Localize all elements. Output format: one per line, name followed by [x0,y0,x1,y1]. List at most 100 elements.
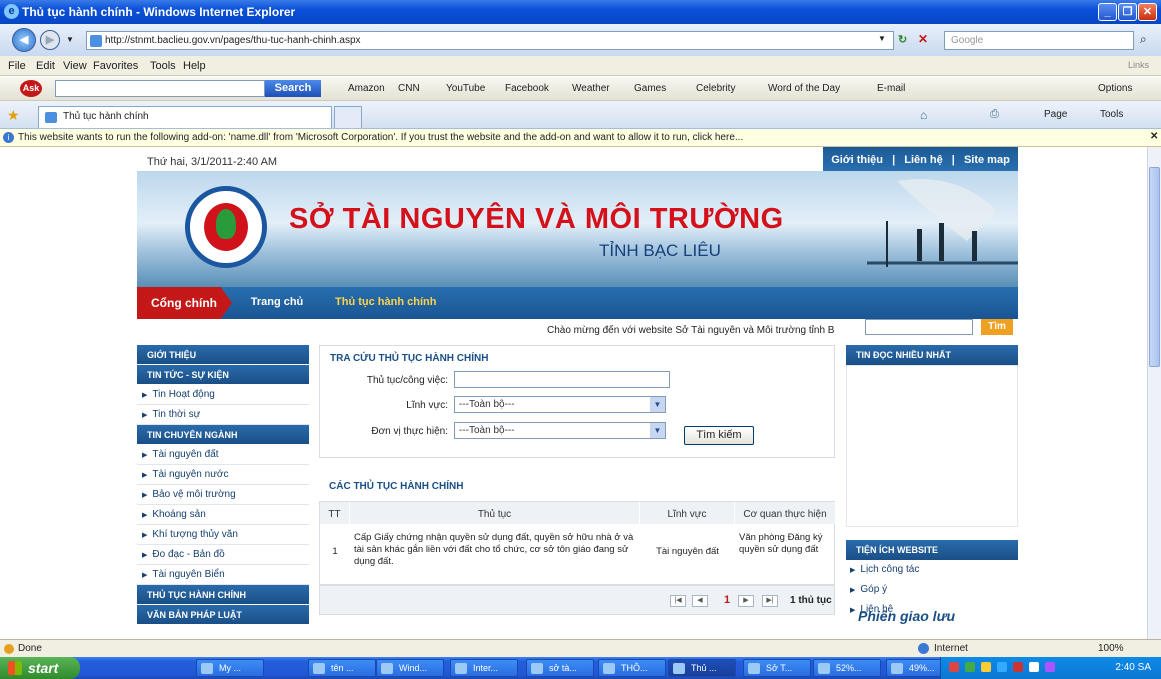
menu-tools[interactable]: Tools [150,60,176,72]
left-menu-heading[interactable]: TIN TỨC - SỰ KIỆN [137,365,309,385]
zoom-level[interactable]: 100% [1098,643,1124,654]
scrollbar-thumb[interactable] [1149,167,1160,367]
taskbar-button[interactable]: Inter... [450,659,518,677]
utility-feedback[interactable]: Góp ý [846,580,1018,600]
url-field[interactable]: http://stnmt.baclieu.gov.vn/pages/thu-tu… [86,31,894,50]
internet-zone-icon [918,643,929,654]
left-menu-heading[interactable]: VĂN BẢN PHÁP LUẬT [137,605,309,625]
left-menu-item[interactable]: Tài nguyên Biển [137,565,309,585]
information-bar[interactable]: i This website wants to run the followin… [0,129,1161,147]
procedure-input[interactable] [454,371,670,388]
tab-active[interactable]: Thủ tục hành chính [38,106,332,128]
page-menu[interactable]: Page [1044,109,1067,120]
last-page-button[interactable]: ▶| [762,595,778,607]
first-page-button[interactable]: |◀ [670,595,686,607]
forward-button[interactable]: ▶ [40,30,60,50]
prev-page-button[interactable]: ◀ [692,595,708,607]
popular-news-title: TIN ĐỌC NHIỀU NHẤT [846,345,1018,365]
menu-favorites[interactable]: Favorites [93,60,138,72]
link-cnn[interactable]: CNN [398,83,420,94]
menu-edit[interactable]: Edit [36,60,55,72]
taskbar-button[interactable]: Sở T... [743,659,811,677]
menu-file[interactable]: File [8,60,26,72]
taskbar-button[interactable]: tên ... [308,659,376,677]
left-menu-item[interactable]: Tài nguyên đất [137,445,309,465]
tray-icon[interactable] [997,662,1007,672]
main-nav: Cổng chính Trang chủ Thủ tục hành chính [137,287,1018,319]
unit-select[interactable]: ---Toàn bộ--- ▼ [454,422,666,439]
taskbar-button[interactable]: THÔ... [598,659,666,677]
row-agency: Văn phòng Đăng ký quyền sử dụng đất [739,532,823,555]
favorites-star-icon[interactable]: ★ [7,107,20,124]
row-procedure-link[interactable]: Cấp Giấy chứng nhận quyền sử dụng đất, q… [354,524,636,586]
nav-home[interactable]: Trang chủ [232,296,322,308]
search-procedures-button[interactable]: Tìm kiếm [684,426,754,445]
search-field[interactable]: Google [944,31,1134,50]
current-date: Thứ hai, 3/1/2011-2:40 AM [147,156,278,168]
toolbar-search-button[interactable]: Search [265,80,321,97]
current-page[interactable]: 1 [724,594,730,606]
maximize-button[interactable]: ❐ [1118,3,1137,21]
tools-menu[interactable]: Tools [1100,109,1123,120]
next-page-button[interactable]: ▶ [738,595,754,607]
taskbar-button[interactable]: sở tà... [526,659,594,677]
left-menu-item[interactable]: Tài nguyên nước [137,465,309,485]
left-menu-heading[interactable]: THỦ TỤC HÀNH CHÍNH [137,585,309,605]
network-icon[interactable] [1045,662,1055,672]
left-menu-item[interactable]: Khoáng sản [137,505,309,525]
close-button[interactable]: ✕ [1138,3,1157,21]
left-menu-item[interactable]: Tin thời sự [137,405,309,425]
toolbar-search-input[interactable] [55,80,265,97]
tray-icon[interactable] [965,662,975,672]
new-tab-button[interactable] [334,106,362,128]
tray-icon[interactable] [981,662,991,672]
link-amazon[interactable]: Amazon [348,83,385,94]
link-youtube[interactable]: YouTube [446,83,485,94]
left-menu-item[interactable]: Đo đạc - Bản đồ [137,545,309,565]
taskbar-button[interactable]: My ... [196,659,264,677]
link-celebrity[interactable]: Celebrity [696,83,735,94]
search-icon[interactable]: ⌕ [1140,32,1147,47]
refresh-icon[interactable]: ↻ [898,33,907,46]
left-menu-item[interactable]: Tin Hoạt động [137,385,309,405]
taskbar-button[interactable]: Thủ ... [668,659,736,677]
options-button[interactable]: Options [1098,83,1132,94]
online-exchange-banner[interactable]: Phiên giao lưu [858,608,955,624]
link-word-of-the-day[interactable]: Word of the Day [768,83,840,94]
link-facebook[interactable]: Facebook [505,83,549,94]
menu-view[interactable]: View [63,60,87,72]
tray-icon[interactable] [949,662,959,672]
field-select[interactable]: ---Toàn bộ--- ▼ [454,396,666,413]
link-games[interactable]: Games [634,83,666,94]
menu-help[interactable]: Help [183,60,206,72]
left-menu-heading[interactable]: GIỚI THIỆU [137,345,309,365]
taskbar-button[interactable]: 52%... [813,659,881,677]
site-search-input[interactable] [865,319,973,335]
taskbar-button[interactable]: Wind... [376,659,444,677]
infobar-close-icon[interactable]: ✕ [1150,131,1158,142]
history-dropdown-icon[interactable]: ▼ [66,35,74,44]
start-button[interactable]: start [0,657,80,679]
url-dropdown-icon[interactable]: ▼ [878,34,886,43]
speaker-icon[interactable] [1029,662,1039,672]
links-label[interactable]: Links [1128,60,1149,70]
nav-admin-procedures[interactable]: Thủ tục hành chính [335,296,436,308]
top-link-contact[interactable]: Liên hệ [904,154,943,166]
left-menu-item[interactable]: Bảo vệ môi trường [137,485,309,505]
utility-schedule[interactable]: Lịch công tác [846,560,1018,580]
left-menu-item[interactable]: Khí tượng thủy văn [137,525,309,545]
top-link-sitemap[interactable]: Site map [964,154,1010,166]
back-button[interactable]: ◀ [12,28,36,52]
top-link-about[interactable]: Giới thiệu [831,154,883,166]
link-email[interactable]: E-mail [877,83,905,94]
stop-icon[interactable]: ✕ [918,32,928,46]
left-menu-heading[interactable]: TIN CHUYÊN NGÀNH [137,425,309,445]
site-search-button[interactable]: Tìm [981,319,1013,335]
nav-portal[interactable]: Cổng chính [137,287,232,319]
home-icon[interactable]: ⌂ [920,108,927,122]
print-icon[interactable]: ⎙ [990,108,999,121]
tray-icon[interactable] [1013,662,1023,672]
link-weather[interactable]: Weather [572,83,610,94]
minimize-button[interactable]: _ [1098,3,1117,21]
vertical-scrollbar[interactable] [1147,147,1161,639]
